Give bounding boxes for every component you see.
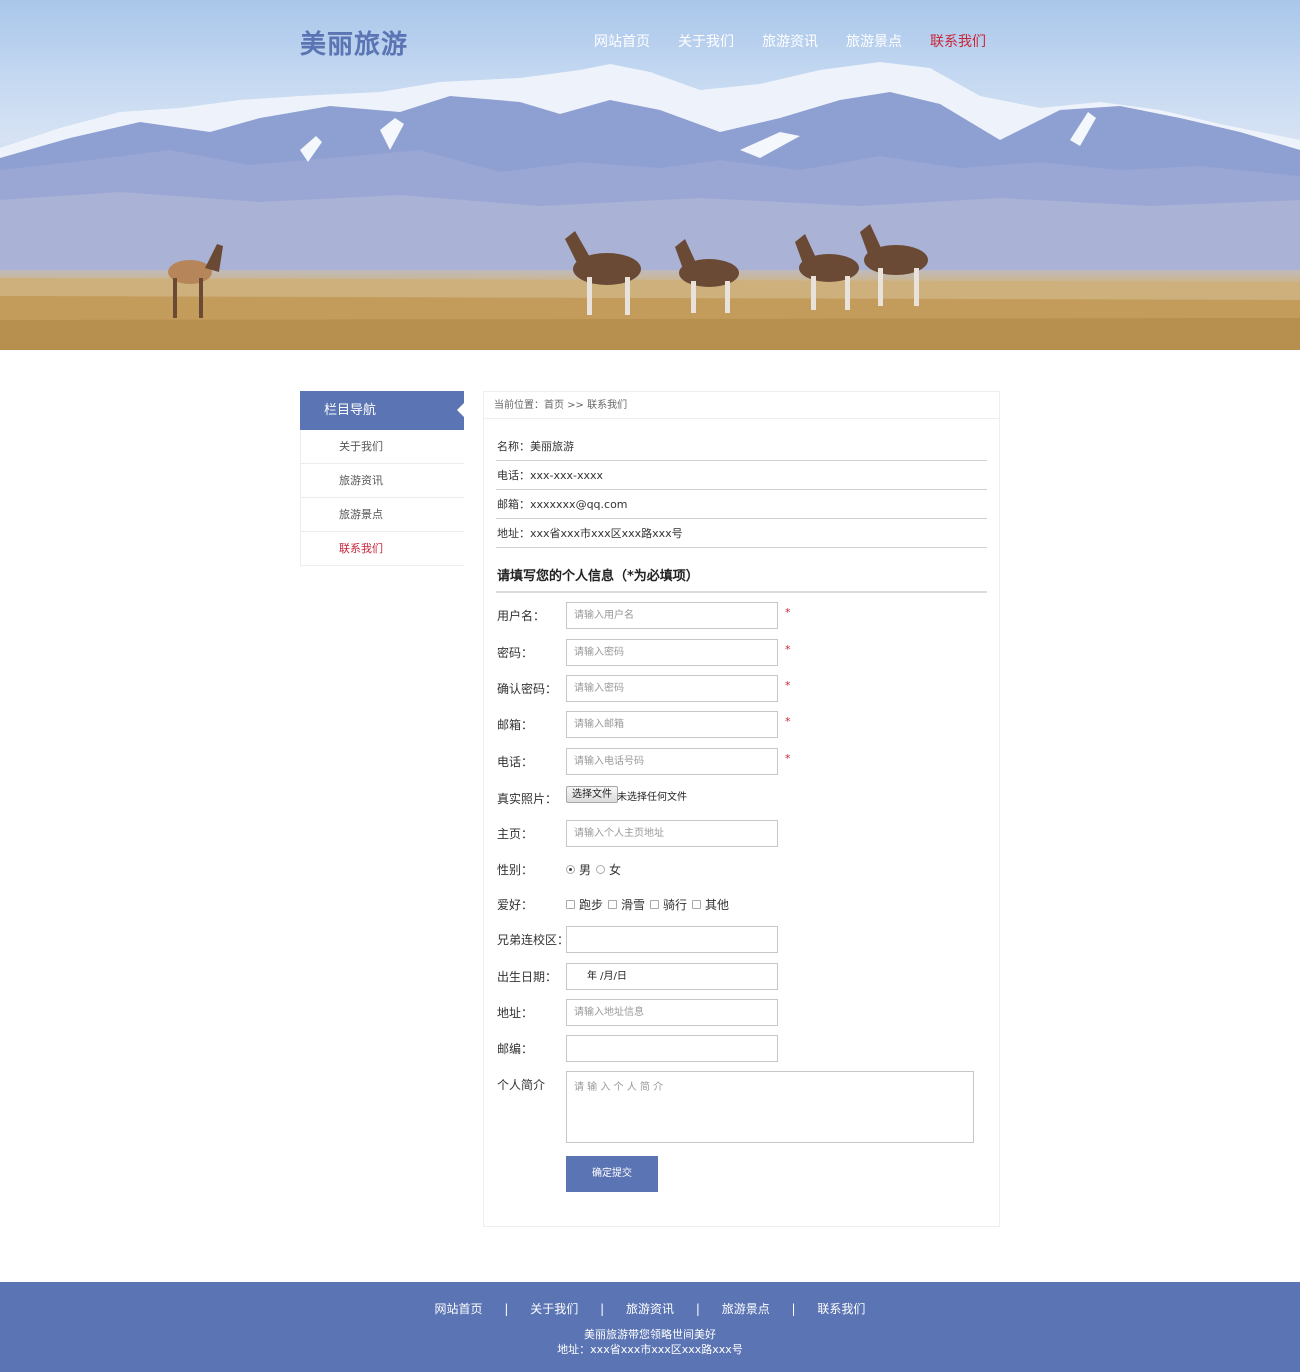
contact-address: 地址：xxx省xxx市xxx区xxx路xxx号 [496,519,987,548]
address-input[interactable]: 请输入地址信息 [566,999,778,1026]
email-row: 邮箱： 请输入邮箱 * [496,711,987,739]
footer-navigation: 网站首页 | 关于我们 | 旅游资讯 | 旅游景点 | 联系我们 [0,1300,1300,1317]
sidebar: 栏目导航 关于我们 旅游资讯 旅游景点 联系我们 [300,391,464,566]
birthday-row: 出生日期： 年 /月/日 [496,963,987,991]
required-mark: * [785,752,791,765]
mountain-landscape-image [0,62,1300,350]
password-label: 密码： [497,646,534,660]
required-mark: * [785,643,791,656]
breadcrumb: 当前位置：首页 >> 联系我们 [484,392,999,419]
footer-slogan: 美丽旅游带您领略世间美好 [584,1328,716,1341]
sidebar-item-spots[interactable]: 旅游景点 [301,498,464,532]
email-label: 邮箱： [497,718,534,732]
hobby-running-option[interactable]: 跑步 [566,891,603,919]
password-input[interactable]: 请输入密码 [566,639,778,666]
checkbox-icon[interactable] [608,900,617,909]
hobby-cycling-option[interactable]: 骑行 [650,891,687,919]
homepage-label: 主页： [497,827,534,841]
sidebar-item-contact[interactable]: 联系我们 [301,532,464,566]
photo-row: 真实照片： 选择文件 未选择任何文件 [496,785,987,813]
footer-address: 地址：xxx省xxx市xxx区xxx路xxx号 [557,1343,743,1356]
gender-female-option[interactable]: 女 [596,856,621,884]
zipcode-label: 邮编： [497,1042,534,1056]
bio-row: 个人简介 请 输 入 个 人 简 介 [496,1071,987,1143]
contact-phone: 电话：xxx-xxx-xxxx [496,461,987,490]
required-mark: * [785,715,791,728]
footer-separator: | [504,1302,509,1316]
footer-link-news[interactable]: 旅游资讯 [626,1300,674,1317]
confirm-password-input[interactable]: 请输入密码 [566,675,778,702]
footer: 网站首页 | 关于我们 | 旅游资讯 | 旅游景点 | 联系我们 美丽旅游带您领… [0,1282,1300,1372]
hobby-label: 爱好： [497,898,534,912]
birthday-date-input[interactable]: 年 /月/日 [566,963,778,990]
footer-link-contact[interactable]: 联系我们 [817,1300,865,1317]
phone-input[interactable]: 请输入电话号码 [566,748,778,775]
footer-link-home[interactable]: 网站首页 [435,1300,483,1317]
phone-label: 电话： [497,755,534,769]
contact-info: 名称：美丽旅游 电话：xxx-xxx-xxxx 邮箱：xxxxxxx@qq.co… [496,432,987,548]
gender-male-option[interactable]: 男 [566,856,591,884]
sidebar-menu: 关于我们 旅游资讯 旅游景点 联系我们 [300,430,464,566]
contact-name: 名称：美丽旅游 [496,432,987,461]
hobby-row: 爱好： 跑步 滑雪 骑行 其他 [496,891,987,919]
campus-row: 兄弟连校区： [496,926,987,954]
hero-banner: 美丽旅游 网站首页 关于我们 旅游资讯 旅游景点 联系我们 [0,0,1300,350]
phone-row: 电话： 请输入电话号码 * [496,748,987,776]
choose-file-button[interactable]: 选择文件 [566,786,618,803]
zipcode-row: 邮编： [496,1035,987,1063]
footer-separator: | [791,1302,796,1316]
file-status-text: 未选择任何文件 [617,792,687,803]
homepage-row: 主页： 请输入个人主页地址 [496,820,987,848]
top-navigation: 网站首页 关于我们 旅游资讯 旅游景点 联系我们 [594,31,986,51]
footer-link-about[interactable]: 关于我们 [530,1300,578,1317]
address-row: 地址： 请输入地址信息 [496,999,987,1027]
radio-icon[interactable] [596,865,605,874]
homepage-input[interactable]: 请输入个人主页地址 [566,820,778,847]
footer-link-spots[interactable]: 旅游景点 [722,1300,770,1317]
email-input[interactable]: 请输入邮箱 [566,711,778,738]
sidebar-item-news[interactable]: 旅游资讯 [301,464,464,498]
bio-label: 个人简介 [497,1078,546,1092]
contact-email: 邮箱：xxxxxxx@qq.com [496,490,987,519]
campus-label: 兄弟连校区： [497,933,570,947]
birthday-label: 出生日期： [497,970,558,984]
username-label: 用户名： [497,609,546,623]
username-input[interactable]: 请输入用户名 [566,602,778,629]
nav-contact[interactable]: 联系我们 [930,31,986,51]
zipcode-input[interactable] [566,1035,778,1062]
checkbox-icon[interactable] [650,900,659,909]
content-panel: 当前位置：首页 >> 联系我们 名称：美丽旅游 电话：xxx-xxx-xxxx … [483,391,1000,1227]
checkbox-icon[interactable] [566,900,575,909]
campus-select[interactable] [566,926,778,953]
username-row: 用户名： 请输入用户名 * [496,602,987,630]
form-title: 请填写您的个人信息（*为必填项） [496,562,987,593]
nav-home[interactable]: 网站首页 [594,31,650,51]
gender-label: 性别： [497,863,534,877]
sidebar-item-about[interactable]: 关于我们 [301,430,464,464]
footer-separator: | [695,1302,700,1316]
sidebar-title: 栏目导航 [300,391,464,430]
nav-spots[interactable]: 旅游景点 [846,31,902,51]
required-mark: * [785,606,791,619]
site-logo[interactable]: 美丽旅游 [300,24,408,61]
photo-label: 真实照片： [497,792,558,806]
address-label: 地址： [497,1006,534,1020]
required-mark: * [785,679,791,692]
confirm-password-label: 确认密码： [497,682,558,696]
hobby-skiing-option[interactable]: 滑雪 [608,891,645,919]
radio-checked-icon[interactable] [566,865,575,874]
confirm-password-row: 确认密码： 请输入密码 * [496,675,987,703]
hobby-other-option[interactable]: 其他 [692,891,729,919]
nav-news[interactable]: 旅游资讯 [762,31,818,51]
gender-row: 性别： 男 女 [496,856,987,884]
nav-about[interactable]: 关于我们 [678,31,734,51]
bio-textarea[interactable]: 请 输 入 个 人 简 介 [566,1071,974,1143]
checkbox-icon[interactable] [692,900,701,909]
footer-separator: | [600,1302,605,1316]
submit-button[interactable]: 确定提交 [566,1156,658,1192]
password-row: 密码： 请输入密码 * [496,639,987,667]
